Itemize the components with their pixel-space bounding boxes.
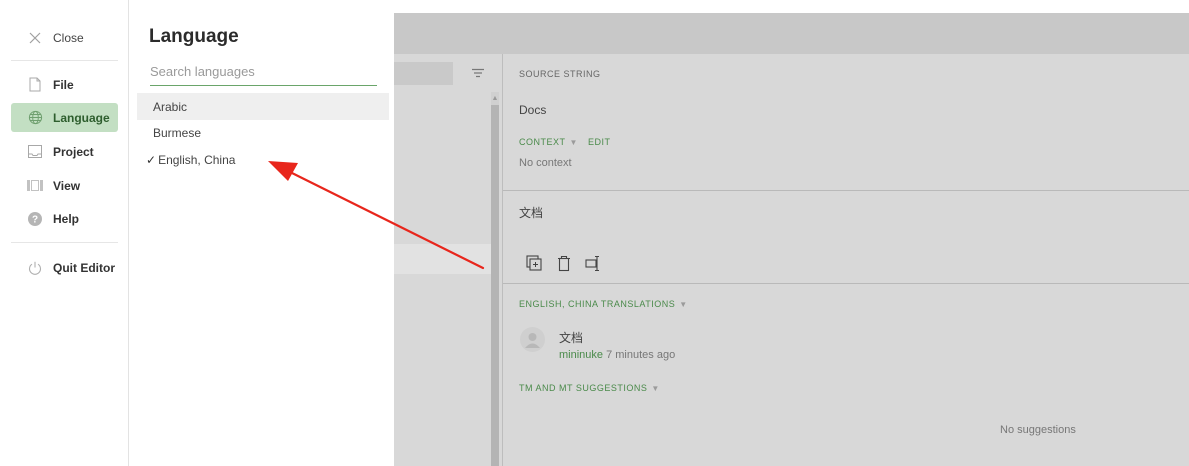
- menu-item-help-label: Help: [53, 211, 80, 226]
- editor-menu-sidebar: Close File Language Project View ? Help: [0, 0, 129, 466]
- menu-item-file[interactable]: File: [11, 70, 118, 99]
- divider: [11, 60, 118, 61]
- suggestions-heading: TM AND MT SUGGESTIONS ▼: [519, 383, 660, 393]
- translations-heading-label: ENGLISH, CHINA TRANSLATIONS: [519, 299, 676, 309]
- string-list-selected-row: [394, 244, 491, 274]
- string-search-bar: [394, 62, 453, 85]
- rtl-text-icon: [585, 255, 601, 272]
- language-option-english-china[interactable]: ✓ English, China: [137, 146, 389, 173]
- menu-item-project-label: Project: [53, 144, 94, 159]
- source-string-text: Docs: [519, 103, 547, 117]
- trash-icon: [557, 255, 573, 272]
- menu-item-file-label: File: [53, 77, 74, 92]
- translation-author: mininuke: [559, 349, 604, 361]
- copy-icon: [526, 255, 542, 272]
- search-languages-input[interactable]: [150, 60, 377, 86]
- view-icon: [27, 178, 43, 194]
- translation-time: 7 minutes ago: [606, 349, 676, 361]
- project-icon: [27, 144, 43, 160]
- globe-icon: [27, 110, 43, 126]
- context-row: CONTEXT ▼ EDIT: [519, 137, 610, 147]
- language-option-burmese[interactable]: Burmese: [137, 119, 389, 146]
- divider: [503, 190, 1189, 191]
- close-icon: [27, 30, 43, 46]
- edit-context-link: EDIT: [587, 137, 611, 147]
- language-option-arabic[interactable]: Arabic: [137, 93, 389, 120]
- svg-text:?: ?: [32, 214, 38, 225]
- language-panel: Language Arabic Burmese ✓ English, China: [130, 0, 394, 466]
- language-option-label: Arabic: [153, 99, 188, 114]
- scroll-up-icon: ▲: [491, 94, 499, 102]
- menu-item-language[interactable]: Language: [11, 103, 118, 132]
- divider: [11, 242, 118, 243]
- source-string-label: SOURCE STRING: [519, 69, 601, 79]
- language-option-label: Burmese: [153, 125, 202, 140]
- checkmark-icon: ✓: [146, 152, 157, 167]
- caret-down-icon: ▼: [569, 137, 578, 147]
- caret-down-icon: ▼: [651, 383, 660, 393]
- scrollbar-thumb: [491, 105, 499, 466]
- menu-item-view-label: View: [53, 178, 81, 193]
- suggestions-heading-label: TM AND MT SUGGESTIONS: [519, 383, 648, 393]
- no-context-text: No context: [519, 157, 572, 169]
- top-strip: [394, 0, 1189, 13]
- menu-item-view[interactable]: View: [11, 171, 118, 200]
- translation-entry-text: 文档: [559, 331, 584, 345]
- close-button[interactable]: Close: [11, 23, 118, 52]
- close-label: Close: [53, 30, 84, 45]
- translation-text: 文档: [519, 206, 544, 220]
- power-icon: [27, 260, 43, 276]
- translation-entry-meta: mininuke 7 minutes ago: [559, 349, 675, 361]
- quit-editor-button[interactable]: Quit Editor: [11, 253, 118, 282]
- help-icon: ?: [27, 211, 43, 227]
- caret-down-icon: ▼: [679, 299, 688, 309]
- menu-item-project[interactable]: Project: [11, 137, 118, 166]
- menu-item-language-label: Language: [53, 110, 110, 125]
- menu-item-help[interactable]: ? Help: [11, 204, 118, 233]
- editor-background-overlay: ▲ SOURCE STRING Docs CONTEXT ▼ EDIT No c…: [394, 0, 1189, 466]
- translations-heading: ENGLISH, CHINA TRANSLATIONS ▼: [519, 299, 688, 309]
- panel-title: Language: [149, 26, 239, 47]
- avatar: [520, 327, 545, 352]
- filter-icon: [471, 66, 485, 80]
- editor-header-bar: [394, 13, 1189, 54]
- divider: [503, 283, 1189, 284]
- context-label: CONTEXT: [519, 137, 566, 147]
- no-suggestions-text: No suggestions: [1000, 424, 1076, 436]
- file-icon: [27, 77, 43, 93]
- divider: [502, 54, 503, 466]
- language-option-label: English, China: [158, 152, 236, 167]
- quit-editor-label: Quit Editor: [53, 260, 115, 275]
